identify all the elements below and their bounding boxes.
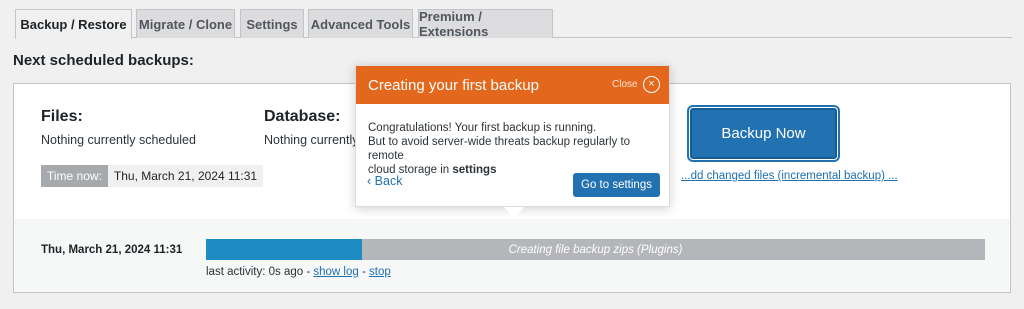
popup-back-label: Back (374, 174, 403, 188)
popup-header: Creating your first backup Close × (356, 66, 669, 104)
go-to-settings-button[interactable]: Go to settings (573, 173, 660, 197)
popup-line-2: But to avoid server-wide threats backup … (368, 136, 631, 162)
tab-premium-extensions[interactable]: Premium / Extensions (418, 9, 553, 39)
popup-settings-word: settings (452, 164, 497, 176)
section-title: Next scheduled backups: (13, 52, 194, 69)
first-backup-popup: Creating your first backup Close × Congr… (355, 65, 670, 219)
popup-close-label[interactable]: Close (612, 79, 638, 90)
activity-separator: - (358, 266, 369, 278)
files-title: Files: (41, 108, 83, 125)
tab-bar: Backup / Restore Migrate / Clone Setting… (15, 9, 1012, 39)
tab-settings[interactable]: Settings (240, 9, 304, 38)
last-activity-line: last activity: 0s ago - show log - stop (206, 266, 391, 278)
popup-line-1: Congratulations! Your first backup is ru… (368, 122, 597, 134)
close-icon[interactable]: × (643, 76, 660, 93)
popup-title: Creating your first backup (368, 77, 539, 94)
show-log-link[interactable]: show log (313, 266, 358, 278)
backup-activity-row: Thu, March 21, 2024 11:31 Creating file … (14, 219, 1010, 292)
files-status: Nothing currently scheduled (41, 133, 196, 147)
database-title: Database: (264, 108, 341, 125)
tab-backup-restore[interactable]: Backup / Restore (15, 9, 132, 39)
backup-progress-label: Creating file backup zips (Plugins) (508, 243, 683, 256)
popup-back-link[interactable]: ‹ Back (367, 174, 402, 188)
time-now-label: Time now: (41, 165, 108, 187)
last-activity-text: last activity: 0s ago - (206, 266, 314, 278)
backup-progress-bar: Creating file backup zips (Plugins) (206, 239, 985, 260)
stop-link[interactable]: stop (369, 266, 391, 278)
chevron-left-icon: ‹ (367, 174, 372, 188)
time-now: Time now: Thu, March 21, 2024 11:31 (41, 165, 264, 187)
tab-migrate-clone[interactable]: Migrate / Clone (136, 9, 235, 38)
activity-date: Thu, March 21, 2024 11:31 (41, 244, 183, 256)
backup-now-button[interactable]: Backup Now (690, 108, 837, 159)
time-now-value: Thu, March 21, 2024 11:31 (107, 165, 264, 187)
popup-pointer-arrow (504, 207, 524, 219)
tab-advanced-tools[interactable]: Advanced Tools (308, 9, 413, 38)
popup-message: Congratulations! Your first backup is ru… (368, 121, 664, 177)
incremental-backup-link[interactable]: ...dd changed files (incremental backup)… (681, 170, 898, 182)
